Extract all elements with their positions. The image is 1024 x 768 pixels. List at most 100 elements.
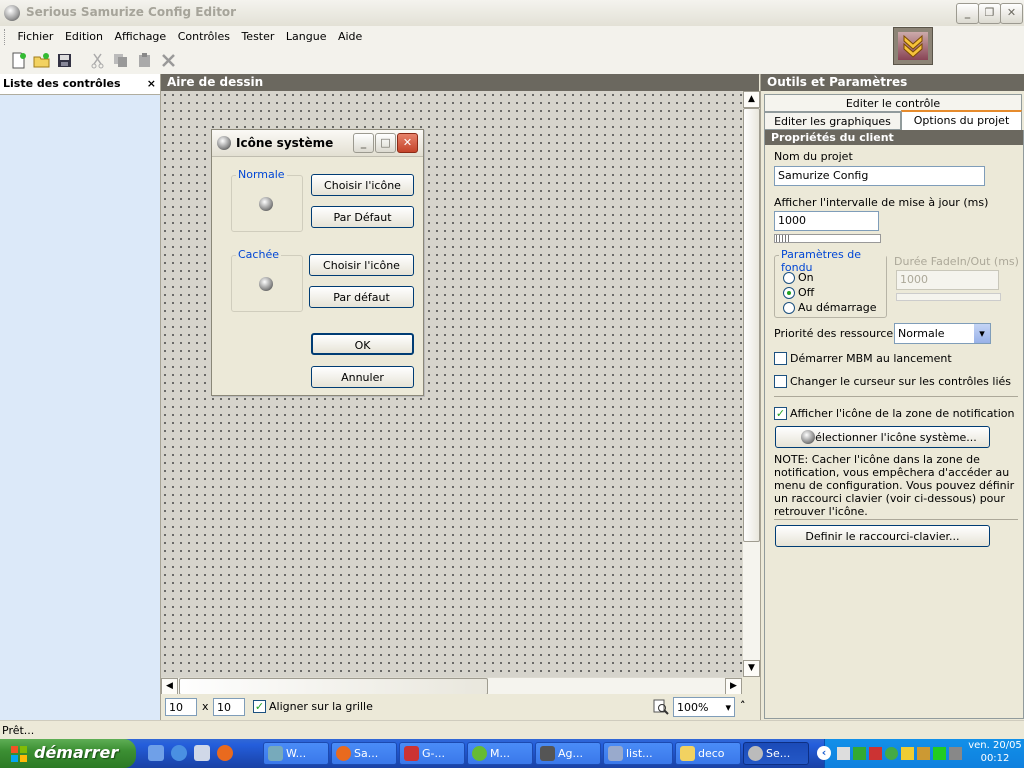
task-label: Sa... xyxy=(354,747,379,760)
menu-affichage[interactable]: Affichage xyxy=(111,26,171,48)
menu-edition[interactable]: Edition xyxy=(61,26,107,48)
close-button[interactable]: ✕ xyxy=(1000,3,1023,24)
client-properties-header: Propriétés du client xyxy=(765,130,1023,145)
menu-aide[interactable]: Aide xyxy=(334,26,366,48)
app-icon[interactable] xyxy=(4,5,20,21)
cancel-button[interactable]: Annuler xyxy=(311,366,414,388)
zoom-select[interactable]: 100% ▾ xyxy=(673,697,735,717)
select-system-icon-button[interactable]: Sélectionner l'icône système... xyxy=(775,426,990,448)
default-hidden-button[interactable]: Par défaut xyxy=(309,286,414,308)
tray-icon[interactable] xyxy=(885,747,898,760)
quick-launch xyxy=(146,745,246,763)
snap-to-grid-checkbox[interactable]: ✓ xyxy=(253,700,266,713)
collapse-up-icon[interactable]: ˄ xyxy=(740,699,746,712)
task-button[interactable]: M... xyxy=(467,742,533,765)
horizontal-scrollbar[interactable]: ◀ ▶ xyxy=(161,677,742,695)
tray-icon[interactable] xyxy=(949,747,962,760)
divider xyxy=(774,396,1018,397)
grid-x-input[interactable]: 10 xyxy=(165,698,197,716)
tray-icon[interactable] xyxy=(837,747,850,760)
chevron-down-icon xyxy=(903,34,923,58)
dialog-close-button[interactable]: ✕ xyxy=(397,133,418,153)
menu-controles[interactable]: Contrôles xyxy=(174,26,234,48)
delete-icon[interactable] xyxy=(160,52,177,69)
fade-off-radio[interactable] xyxy=(783,287,795,299)
dialog-app-icon xyxy=(217,136,231,150)
scroll-up-arrow[interactable]: ▲ xyxy=(743,91,760,108)
start-button[interactable]: démarrer xyxy=(0,739,136,768)
start-label: démarrer xyxy=(34,743,119,762)
interval-input[interactable]: 1000 xyxy=(774,211,879,231)
define-shortcut-button[interactable]: Definir le raccourci-clavier... xyxy=(775,525,990,547)
priority-select[interactable]: Normale ▾ xyxy=(894,323,991,344)
toolbar xyxy=(0,48,1024,75)
ok-button[interactable]: OK xyxy=(311,333,414,355)
fade-duration-input[interactable]: 1000 xyxy=(896,270,999,290)
save-icon[interactable] xyxy=(56,52,73,69)
browser-launcher-icon[interactable] xyxy=(171,745,187,761)
dialog-maximize-button[interactable]: □ xyxy=(375,133,396,153)
menu-langue[interactable]: Langue xyxy=(282,26,331,48)
default-normal-button[interactable]: Par Défaut xyxy=(311,206,414,228)
task-label: deco xyxy=(698,747,725,760)
tray-icon[interactable] xyxy=(853,747,866,760)
zoom-icon[interactable] xyxy=(653,699,669,715)
tray-icon[interactable] xyxy=(869,747,882,760)
task-button[interactable]: deco xyxy=(675,742,741,765)
task-button[interactable]: G-... xyxy=(399,742,465,765)
choose-icon-normal-button[interactable]: Choisir l'icône xyxy=(311,174,414,196)
interval-slider-handle[interactable] xyxy=(776,235,790,242)
maximize-button[interactable]: ❐ xyxy=(978,3,1001,24)
menu-tester[interactable]: Tester xyxy=(237,26,278,48)
change-cursor-label: Changer le curseur sur les contrôles lié… xyxy=(790,375,1011,388)
ie-launcher-icon[interactable] xyxy=(148,745,164,761)
paste-icon[interactable] xyxy=(136,52,153,69)
copy-icon[interactable] xyxy=(112,52,129,69)
fade-on-radio[interactable] xyxy=(783,272,795,284)
choose-icon-hidden-button[interactable]: Choisir l'icône xyxy=(309,254,414,276)
vertical-scroll-thumb[interactable] xyxy=(743,108,760,542)
minimize-button[interactable]: _ xyxy=(956,3,979,24)
dialog-minimize-button[interactable]: _ xyxy=(353,133,374,153)
fade-startup-label: Au démarrage xyxy=(798,301,877,314)
app-launcher-icon[interactable] xyxy=(194,745,210,761)
task-button[interactable]: W... xyxy=(263,742,329,765)
task-app-icon xyxy=(608,746,623,761)
new-file-icon[interactable] xyxy=(10,52,27,69)
clock-time[interactable]: 00:12 xyxy=(967,753,1023,764)
task-button[interactable]: list... xyxy=(603,742,673,765)
start-mbm-checkbox[interactable] xyxy=(774,352,787,365)
scroll-left-arrow[interactable]: ◀ xyxy=(161,678,178,695)
close-icon[interactable]: × xyxy=(147,74,156,94)
task-button[interactable]: Ag... xyxy=(535,742,601,765)
tray-icon[interactable] xyxy=(933,747,946,760)
tab-project-options[interactable]: Options du projet xyxy=(901,110,1022,130)
cut-icon[interactable] xyxy=(89,52,106,69)
fade-duration-slider[interactable] xyxy=(896,293,1001,301)
scroll-down-arrow[interactable]: ▼ xyxy=(743,660,760,677)
fade-startup-radio[interactable] xyxy=(783,302,795,314)
firefox-launcher-icon[interactable] xyxy=(217,745,233,761)
menu-fichier[interactable]: Fichier xyxy=(14,26,58,48)
open-folder-icon[interactable] xyxy=(33,52,50,69)
task-button-active[interactable]: Se... xyxy=(743,742,809,765)
system-tray: ‹ ven. 20/05 00:12 xyxy=(817,739,1024,768)
task-button[interactable]: Sa... xyxy=(331,742,397,765)
chevron-down-icon[interactable]: ▾ xyxy=(725,698,731,718)
dialog-title: Icône système xyxy=(236,136,334,150)
change-cursor-checkbox[interactable] xyxy=(774,375,787,388)
vertical-scrollbar[interactable]: ▲ ▼ xyxy=(742,91,760,677)
chevron-down-icon[interactable]: ▾ xyxy=(974,324,990,343)
interval-slider[interactable] xyxy=(774,234,881,243)
fade-settings-group: Paramètres de fondu On Off Au démarrage xyxy=(774,248,887,318)
project-name-input[interactable]: Samurize Config xyxy=(774,166,985,186)
show-tray-icon-checkbox[interactable]: ✓ xyxy=(774,407,787,420)
tray-icon[interactable] xyxy=(917,747,930,760)
note-line: retrouver l'icône. xyxy=(774,505,868,518)
horizontal-scroll-thumb[interactable] xyxy=(179,678,488,695)
scroll-right-arrow[interactable]: ▶ xyxy=(725,678,742,695)
tab-edit-graphics[interactable]: Editer les graphiques xyxy=(764,112,901,130)
tray-expand-icon[interactable]: ‹ xyxy=(817,746,831,760)
grid-y-input[interactable]: 10 xyxy=(213,698,245,716)
tray-icon[interactable] xyxy=(901,747,914,760)
